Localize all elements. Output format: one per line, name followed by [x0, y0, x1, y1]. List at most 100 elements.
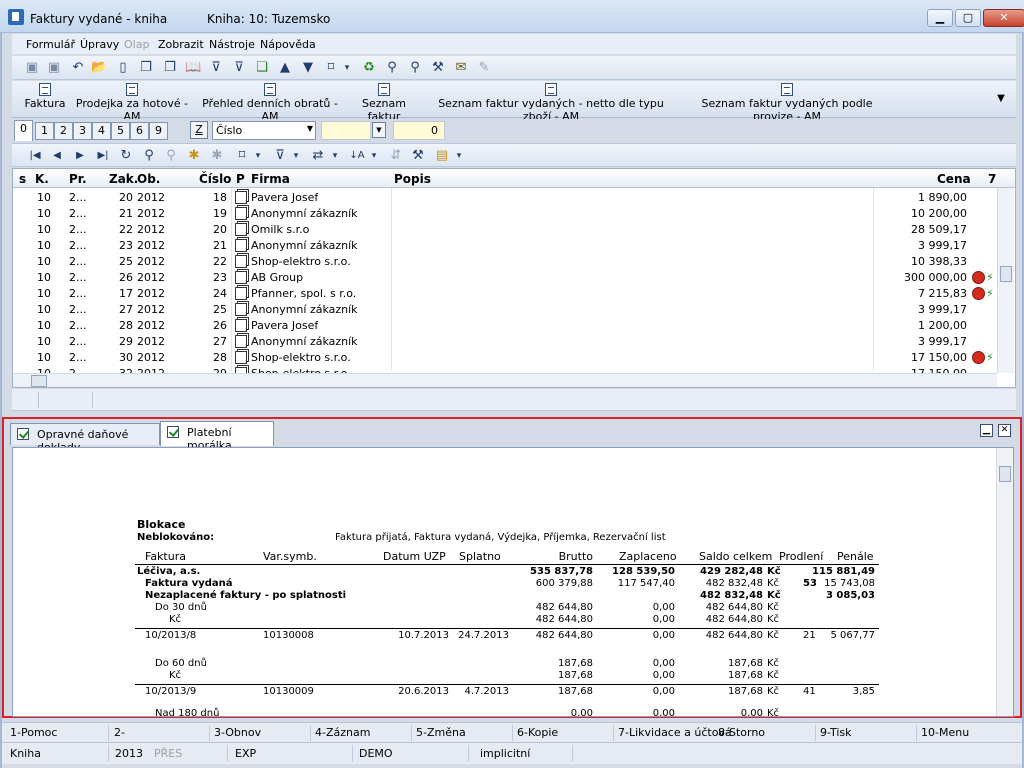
checkbox-checked-icon[interactable] [17, 428, 29, 440]
table-row[interactable]: 10 2... 21 2012 19 Anonymní zákazník 10 200,00 [13, 206, 997, 222]
new-document-icon[interactable]: ▯ [115, 60, 131, 76]
reports-more-button[interactable]: ▼ [994, 93, 1008, 104]
table-row[interactable]: 10 2... 23 2012 21 Anonymní zákazník 3 999,17 [13, 238, 997, 254]
col-p[interactable]: P [236, 172, 245, 186]
columns-icon[interactable]: ⇄ [310, 148, 326, 164]
mark-icon[interactable]: ✱ [186, 148, 202, 164]
tab-1[interactable]: 1 [35, 122, 54, 140]
close-button[interactable]: ✕ [983, 9, 1024, 27]
fkey-1[interactable]: 1-Pomoc [10, 726, 57, 739]
fkey-4[interactable]: 4-Záznam [315, 726, 370, 739]
checkbox-checked-icon[interactable] [167, 426, 179, 438]
columns-dropdown-icon[interactable]: ▾ [330, 148, 340, 164]
sort-field-select[interactable]: Číslo [212, 121, 316, 140]
panel-minimize-icon[interactable]: ▁ [980, 424, 993, 437]
report-seznam-provize[interactable]: Seznam faktur vydaných podle provize - A… [682, 83, 892, 123]
snapshot-icon[interactable]: ⌑ [234, 148, 250, 164]
record-number-input[interactable]: 0 [393, 121, 445, 140]
scroll-thumb[interactable] [999, 466, 1011, 482]
camera-icon[interactable]: ⌑ [323, 60, 339, 76]
recycle-icon[interactable]: ♻ [361, 60, 377, 76]
grid-vertical-scrollbar[interactable] [997, 188, 1014, 373]
find-next-icon[interactable]: ⚲ [163, 148, 179, 164]
table-row[interactable]: 10 2... 28 2012 26 Pavera Josef 1 200,00 [13, 318, 997, 334]
binoculars-icon[interactable]: ⚲ [384, 60, 400, 76]
binoculars-next-icon[interactable]: ⚲ [407, 60, 423, 76]
filter-icon[interactable]: ⊽ [208, 60, 224, 76]
fkey-5[interactable]: 5-Změna [416, 726, 466, 739]
tab-3[interactable]: 3 [73, 122, 92, 140]
report-prehled[interactable]: Přehled denních obratů - AM [200, 83, 340, 123]
table-row[interactable]: 10 2... 29 2012 27 Anonymní zákazník 3 999,17 [13, 334, 997, 350]
tab-platebni-moralka[interactable]: Platební morálka [160, 421, 274, 452]
table-row[interactable]: 10 2... 26 2012 23 AB Group 300 000,00 ⚡ [13, 270, 997, 286]
next-record-icon[interactable]: ▶ [72, 148, 88, 164]
col-ob[interactable]: Ob. [137, 172, 160, 186]
table-row[interactable]: 10 2... 22 2012 20 Omilk s.r.o 28 509,17 [13, 222, 997, 238]
report-seznam-netto[interactable]: Seznam faktur vydaných - netto dle typu … [428, 83, 674, 123]
undo-icon[interactable]: ↶ [70, 60, 86, 76]
print-list-icon[interactable]: ▤ [434, 148, 450, 164]
mail-icon[interactable]: ✉ [453, 60, 469, 76]
tab-9[interactable]: 9 [149, 122, 168, 140]
menu-napoveda[interactable]: Nápověda [260, 38, 316, 51]
book-icon[interactable]: 📖 [185, 60, 201, 76]
table-row[interactable]: 10 2... 25 2012 22 Shop-elektro s.r.o. 10 398,… [13, 254, 997, 270]
search-dropdown-button[interactable]: ▼ [372, 122, 386, 138]
col-extra[interactable]: 7 [988, 172, 996, 186]
col-pr[interactable]: Pr. [69, 172, 87, 186]
col-cislo[interactable]: Číslo [199, 172, 231, 186]
filter-clear-icon[interactable]: ⊽ [231, 60, 247, 76]
fkey-2[interactable]: 2- [114, 726, 125, 739]
tab-4[interactable]: 4 [92, 122, 111, 140]
sort-az-icon[interactable]: ↓A [349, 148, 365, 164]
camera-dropdown-icon[interactable]: ▾ [342, 60, 352, 76]
grid-horizontal-scrollbar[interactable] [13, 373, 997, 387]
menu-formular[interactable]: Formulář [26, 38, 75, 51]
last-record-icon[interactable]: ▶| [94, 148, 112, 164]
refresh-icon[interactable]: ↻ [118, 148, 134, 164]
tab-2[interactable]: 2 [54, 122, 73, 140]
fkey-3[interactable]: 3-Obnov [214, 726, 261, 739]
col-k[interactable]: K. [35, 172, 49, 186]
find-icon[interactable]: ⚲ [141, 148, 157, 164]
scroll-thumb[interactable] [1000, 266, 1012, 282]
fkey-7[interactable]: 7-Likvidace a účtová [618, 726, 732, 739]
tools-icon[interactable]: ⚒ [430, 60, 446, 76]
menu-nastroje[interactable]: Nástroje [209, 38, 255, 51]
save-icon[interactable]: ▣ [24, 60, 40, 76]
menu-olap[interactable]: Olap [124, 38, 149, 51]
col-zak[interactable]: Zak. [109, 172, 138, 186]
copy-document-icon[interactable]: ❐ [138, 60, 154, 76]
report-seznam-faktur[interactable]: Seznam faktur [348, 83, 420, 123]
arrow-up-icon[interactable]: ▲ [277, 60, 293, 76]
table-row[interactable]: 10 2... 27 2012 25 Anonymní zákazník 3 999,17 [13, 302, 997, 318]
col-firma[interactable]: Firma [251, 172, 290, 186]
report-faktura[interactable]: Faktura [24, 83, 66, 110]
group-icon[interactable]: ⇵ [388, 148, 404, 164]
tools-grid-icon[interactable]: ⚒ [410, 148, 426, 164]
report-prodejka[interactable]: Prodejka za hotové - AM [72, 83, 192, 123]
table-row[interactable]: 10 2... 20 2012 18 Pavera Josef 1 890,00 [13, 190, 997, 206]
menu-upravy[interactable]: Úpravy [80, 38, 119, 51]
scroll-thumb[interactable] [31, 375, 47, 387]
tab-0[interactable]: 0 [14, 120, 33, 141]
table-row[interactable]: 10 2... 17 2012 24 Pfanner, spol. s r.o. 7 215… [13, 286, 997, 302]
panel-close-icon[interactable]: ✕ [998, 424, 1011, 437]
grid-filter-icon[interactable]: ⊽ [272, 148, 288, 164]
sort-order-button[interactable]: Z [190, 121, 208, 139]
tab-opravne-doklady[interactable]: Opravné daňové doklady [10, 423, 160, 454]
col-s[interactable]: s [19, 172, 26, 186]
col-popis[interactable]: Popis [394, 172, 431, 186]
clone-document-icon[interactable]: ❐ [162, 60, 178, 76]
layers-icon[interactable]: ❏ [254, 60, 270, 76]
fkey-9[interactable]: 9-Tisk [820, 726, 852, 739]
arrow-down-icon[interactable]: ▼ [300, 60, 316, 76]
report-vertical-scrollbar[interactable] [996, 448, 1013, 716]
sort-dropdown-icon[interactable]: ▾ [369, 148, 379, 164]
grid-filter-dropdown-icon[interactable]: ▾ [291, 148, 301, 164]
unmark-icon[interactable]: ✱ [209, 148, 225, 164]
print-list-dropdown-icon[interactable]: ▾ [454, 148, 464, 164]
search-input[interactable] [321, 121, 371, 140]
edit-disabled-icon[interactable]: ✎ [476, 60, 492, 76]
